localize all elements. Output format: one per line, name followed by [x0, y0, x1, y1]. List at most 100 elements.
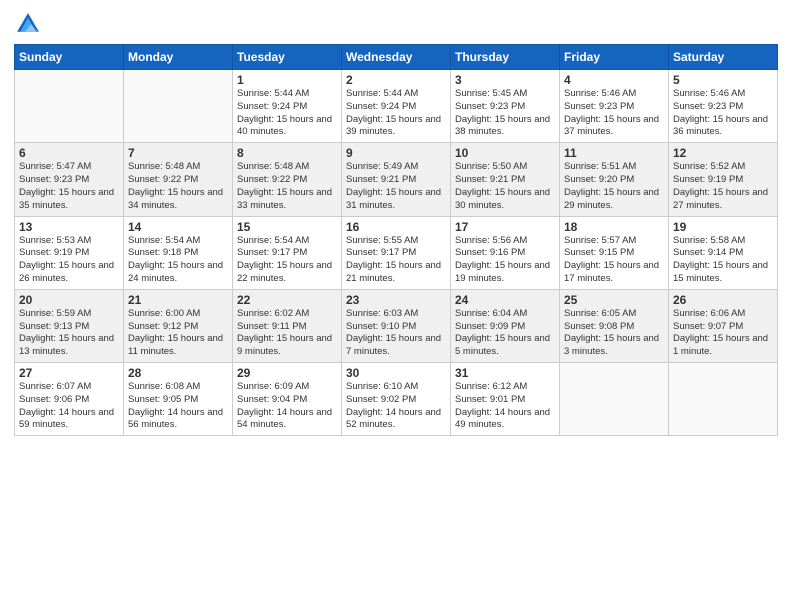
day-info: Sunrise: 6:06 AM Sunset: 9:07 PM Dayligh… [673, 308, 773, 359]
day-info: Sunrise: 5:47 AM Sunset: 9:23 PM Dayligh… [19, 161, 119, 212]
day-info: Sunrise: 6:02 AM Sunset: 9:11 PM Dayligh… [237, 308, 337, 359]
day-cell: 9Sunrise: 5:49 AM Sunset: 9:21 PM Daylig… [342, 143, 451, 216]
day-cell: 24Sunrise: 6:04 AM Sunset: 9:09 PM Dayli… [451, 289, 560, 362]
week-row-2: 6Sunrise: 5:47 AM Sunset: 9:23 PM Daylig… [15, 143, 778, 216]
day-info: Sunrise: 5:45 AM Sunset: 9:23 PM Dayligh… [455, 88, 555, 139]
day-info: Sunrise: 5:55 AM Sunset: 9:17 PM Dayligh… [346, 235, 446, 286]
day-number: 13 [19, 220, 119, 234]
day-cell: 11Sunrise: 5:51 AM Sunset: 9:20 PM Dayli… [560, 143, 669, 216]
day-info: Sunrise: 6:05 AM Sunset: 9:08 PM Dayligh… [564, 308, 664, 359]
weekday-header-tuesday: Tuesday [233, 45, 342, 70]
day-cell: 18Sunrise: 5:57 AM Sunset: 9:15 PM Dayli… [560, 216, 669, 289]
day-cell: 17Sunrise: 5:56 AM Sunset: 9:16 PM Dayli… [451, 216, 560, 289]
day-info: Sunrise: 5:46 AM Sunset: 9:23 PM Dayligh… [564, 88, 664, 139]
day-number: 14 [128, 220, 228, 234]
day-cell: 14Sunrise: 5:54 AM Sunset: 9:18 PM Dayli… [124, 216, 233, 289]
day-cell: 5Sunrise: 5:46 AM Sunset: 9:23 PM Daylig… [669, 70, 778, 143]
day-info: Sunrise: 5:51 AM Sunset: 9:20 PM Dayligh… [564, 161, 664, 212]
day-info: Sunrise: 6:00 AM Sunset: 9:12 PM Dayligh… [128, 308, 228, 359]
day-number: 20 [19, 293, 119, 307]
day-number: 9 [346, 146, 446, 160]
day-number: 18 [564, 220, 664, 234]
day-info: Sunrise: 6:07 AM Sunset: 9:06 PM Dayligh… [19, 381, 119, 432]
weekday-header-friday: Friday [560, 45, 669, 70]
day-cell: 16Sunrise: 5:55 AM Sunset: 9:17 PM Dayli… [342, 216, 451, 289]
day-number: 12 [673, 146, 773, 160]
page: SundayMondayTuesdayWednesdayThursdayFrid… [0, 0, 792, 612]
day-cell: 23Sunrise: 6:03 AM Sunset: 9:10 PM Dayli… [342, 289, 451, 362]
day-cell: 28Sunrise: 6:08 AM Sunset: 9:05 PM Dayli… [124, 363, 233, 436]
weekday-header-saturday: Saturday [669, 45, 778, 70]
day-cell: 25Sunrise: 6:05 AM Sunset: 9:08 PM Dayli… [560, 289, 669, 362]
day-info: Sunrise: 5:52 AM Sunset: 9:19 PM Dayligh… [673, 161, 773, 212]
day-cell [15, 70, 124, 143]
day-info: Sunrise: 5:54 AM Sunset: 9:17 PM Dayligh… [237, 235, 337, 286]
weekday-header-wednesday: Wednesday [342, 45, 451, 70]
day-info: Sunrise: 5:44 AM Sunset: 9:24 PM Dayligh… [346, 88, 446, 139]
day-info: Sunrise: 6:03 AM Sunset: 9:10 PM Dayligh… [346, 308, 446, 359]
day-cell: 1Sunrise: 5:44 AM Sunset: 9:24 PM Daylig… [233, 70, 342, 143]
day-info: Sunrise: 6:10 AM Sunset: 9:02 PM Dayligh… [346, 381, 446, 432]
day-number: 4 [564, 73, 664, 87]
day-cell: 13Sunrise: 5:53 AM Sunset: 9:19 PM Dayli… [15, 216, 124, 289]
day-cell: 7Sunrise: 5:48 AM Sunset: 9:22 PM Daylig… [124, 143, 233, 216]
day-number: 19 [673, 220, 773, 234]
day-cell: 4Sunrise: 5:46 AM Sunset: 9:23 PM Daylig… [560, 70, 669, 143]
day-number: 17 [455, 220, 555, 234]
day-info: Sunrise: 6:12 AM Sunset: 9:01 PM Dayligh… [455, 381, 555, 432]
day-info: Sunrise: 5:48 AM Sunset: 9:22 PM Dayligh… [128, 161, 228, 212]
day-number: 8 [237, 146, 337, 160]
day-cell: 31Sunrise: 6:12 AM Sunset: 9:01 PM Dayli… [451, 363, 560, 436]
header [14, 10, 778, 38]
week-row-5: 27Sunrise: 6:07 AM Sunset: 9:06 PM Dayli… [15, 363, 778, 436]
day-number: 21 [128, 293, 228, 307]
weekday-header-monday: Monday [124, 45, 233, 70]
day-cell [669, 363, 778, 436]
day-info: Sunrise: 5:50 AM Sunset: 9:21 PM Dayligh… [455, 161, 555, 212]
day-number: 24 [455, 293, 555, 307]
weekday-header-thursday: Thursday [451, 45, 560, 70]
day-info: Sunrise: 5:57 AM Sunset: 9:15 PM Dayligh… [564, 235, 664, 286]
day-cell: 21Sunrise: 6:00 AM Sunset: 9:12 PM Dayli… [124, 289, 233, 362]
day-cell: 20Sunrise: 5:59 AM Sunset: 9:13 PM Dayli… [15, 289, 124, 362]
day-number: 30 [346, 366, 446, 380]
day-number: 29 [237, 366, 337, 380]
logo-icon [14, 10, 42, 38]
day-number: 27 [19, 366, 119, 380]
day-info: Sunrise: 5:58 AM Sunset: 9:14 PM Dayligh… [673, 235, 773, 286]
day-number: 26 [673, 293, 773, 307]
day-cell: 19Sunrise: 5:58 AM Sunset: 9:14 PM Dayli… [669, 216, 778, 289]
day-info: Sunrise: 5:46 AM Sunset: 9:23 PM Dayligh… [673, 88, 773, 139]
day-number: 10 [455, 146, 555, 160]
day-info: Sunrise: 5:49 AM Sunset: 9:21 PM Dayligh… [346, 161, 446, 212]
day-cell: 6Sunrise: 5:47 AM Sunset: 9:23 PM Daylig… [15, 143, 124, 216]
day-number: 1 [237, 73, 337, 87]
calendar: SundayMondayTuesdayWednesdayThursdayFrid… [14, 44, 778, 436]
day-cell: 15Sunrise: 5:54 AM Sunset: 9:17 PM Dayli… [233, 216, 342, 289]
day-number: 31 [455, 366, 555, 380]
week-row-4: 20Sunrise: 5:59 AM Sunset: 9:13 PM Dayli… [15, 289, 778, 362]
day-cell [560, 363, 669, 436]
day-info: Sunrise: 5:44 AM Sunset: 9:24 PM Dayligh… [237, 88, 337, 139]
day-cell: 3Sunrise: 5:45 AM Sunset: 9:23 PM Daylig… [451, 70, 560, 143]
day-info: Sunrise: 6:09 AM Sunset: 9:04 PM Dayligh… [237, 381, 337, 432]
day-cell: 29Sunrise: 6:09 AM Sunset: 9:04 PM Dayli… [233, 363, 342, 436]
day-cell: 27Sunrise: 6:07 AM Sunset: 9:06 PM Dayli… [15, 363, 124, 436]
weekday-header-sunday: Sunday [15, 45, 124, 70]
day-cell: 10Sunrise: 5:50 AM Sunset: 9:21 PM Dayli… [451, 143, 560, 216]
day-number: 15 [237, 220, 337, 234]
day-number: 7 [128, 146, 228, 160]
week-row-1: 1Sunrise: 5:44 AM Sunset: 9:24 PM Daylig… [15, 70, 778, 143]
day-number: 5 [673, 73, 773, 87]
day-info: Sunrise: 5:59 AM Sunset: 9:13 PM Dayligh… [19, 308, 119, 359]
weekday-header-row: SundayMondayTuesdayWednesdayThursdayFrid… [15, 45, 778, 70]
day-number: 28 [128, 366, 228, 380]
day-info: Sunrise: 5:48 AM Sunset: 9:22 PM Dayligh… [237, 161, 337, 212]
day-number: 23 [346, 293, 446, 307]
day-info: Sunrise: 5:54 AM Sunset: 9:18 PM Dayligh… [128, 235, 228, 286]
day-info: Sunrise: 5:53 AM Sunset: 9:19 PM Dayligh… [19, 235, 119, 286]
day-number: 2 [346, 73, 446, 87]
day-cell: 2Sunrise: 5:44 AM Sunset: 9:24 PM Daylig… [342, 70, 451, 143]
day-number: 16 [346, 220, 446, 234]
day-number: 3 [455, 73, 555, 87]
